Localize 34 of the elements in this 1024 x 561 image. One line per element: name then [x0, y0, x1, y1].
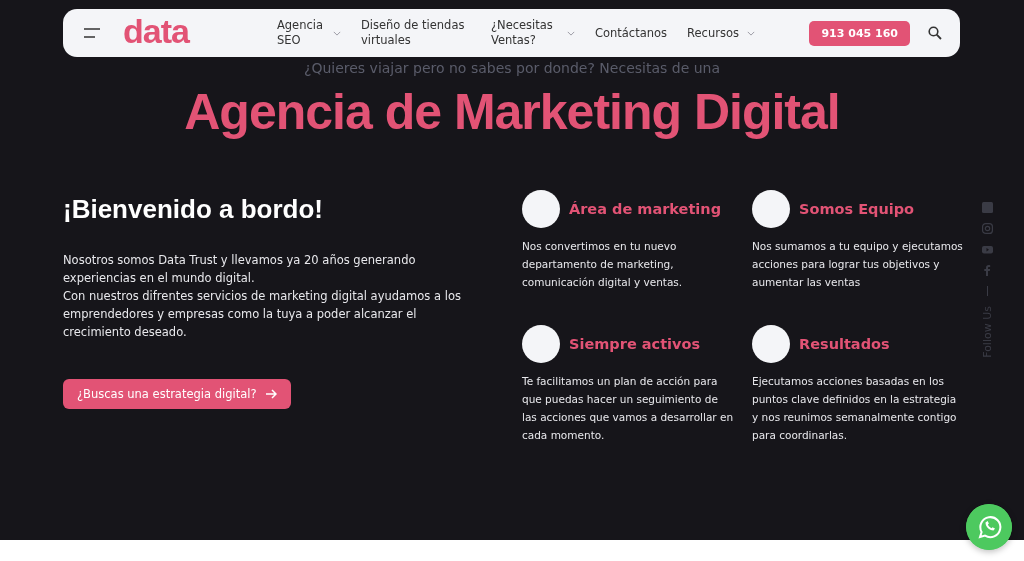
- chevron-down-icon: [566, 30, 575, 36]
- nav-link[interactable]: Recursos: [687, 25, 739, 41]
- feature-title: Siempre activos: [569, 336, 701, 352]
- hero-subtitle: ¿Quieres viajar pero no sabes por donde? Necesitas de una: [302, 59, 722, 77]
- nav-link[interactable]: Contáctanos: [594, 25, 668, 41]
- arrow-right-icon: [264, 389, 277, 399]
- feature-text: Nos sumamos a tu equipo y ejecutamos acciones para lograr tus objetivos y aumentar las ventas: [752, 239, 964, 290]
- instagram-icon[interactable]: [982, 223, 993, 234]
- chevron-down-icon: [746, 30, 755, 36]
- youtube-icon[interactable]: [982, 244, 993, 255]
- intro-paragraph: Con nuestros difrentes servicios de marketing digital ayudamos a los emprendedores y empresas como la tuya a poder alcanzar el crecimiento deseado.: [63, 288, 462, 341]
- feature-text: Nos convertimos en tu nuevo departamento de marketing, comunicación digital y ventas.: [522, 239, 684, 290]
- feature-title: Área de marketing: [569, 201, 722, 217]
- nav-link[interactable]: Agencia SEO: [276, 18, 325, 48]
- nav-link[interactable]: Diseño de tiendas virtuales: [360, 18, 471, 48]
- feature-icon: [522, 325, 560, 363]
- section-heading: ¡Bienvenido a bordo!: [63, 194, 324, 225]
- chevron-down-icon: [332, 30, 341, 36]
- feature-title: Resultados: [799, 336, 890, 352]
- feature-icon: [522, 190, 560, 228]
- feature-text: Te facilitamos un plan de acción para que puedas hacer un seguimiento de las acciones que vamos a desarrollar en cada momento.: [522, 374, 734, 443]
- hero-title: Agencia de Marketing Digital: [183, 83, 841, 141]
- phone-button[interactable]: 913 045 160: [809, 20, 910, 46]
- nav-link[interactable]: ¿Necesitas Ventas?: [490, 18, 559, 48]
- whatsapp-icon[interactable]: [966, 504, 1012, 550]
- cta-button[interactable]: ¿Buscas una estrategia digital?: [63, 379, 291, 409]
- menu-icon[interactable]: [83, 28, 101, 38]
- intro-paragraph: Nosotros somos Data Trust y llevamos ya 20 años generando experiencias en el mundo digital.: [63, 252, 417, 287]
- feature-title: Somos Equipo: [799, 201, 915, 217]
- feature-icon: [752, 325, 790, 363]
- search-icon[interactable]: [928, 26, 942, 40]
- feature-text: Ejecutamos acciones basadas en los puntos clave definidos en la estrategia y nos reunimos semanalmente contigo para coordinarlas.: [752, 374, 958, 443]
- facebook-icon[interactable]: [982, 265, 993, 276]
- feature-icon: [752, 190, 790, 228]
